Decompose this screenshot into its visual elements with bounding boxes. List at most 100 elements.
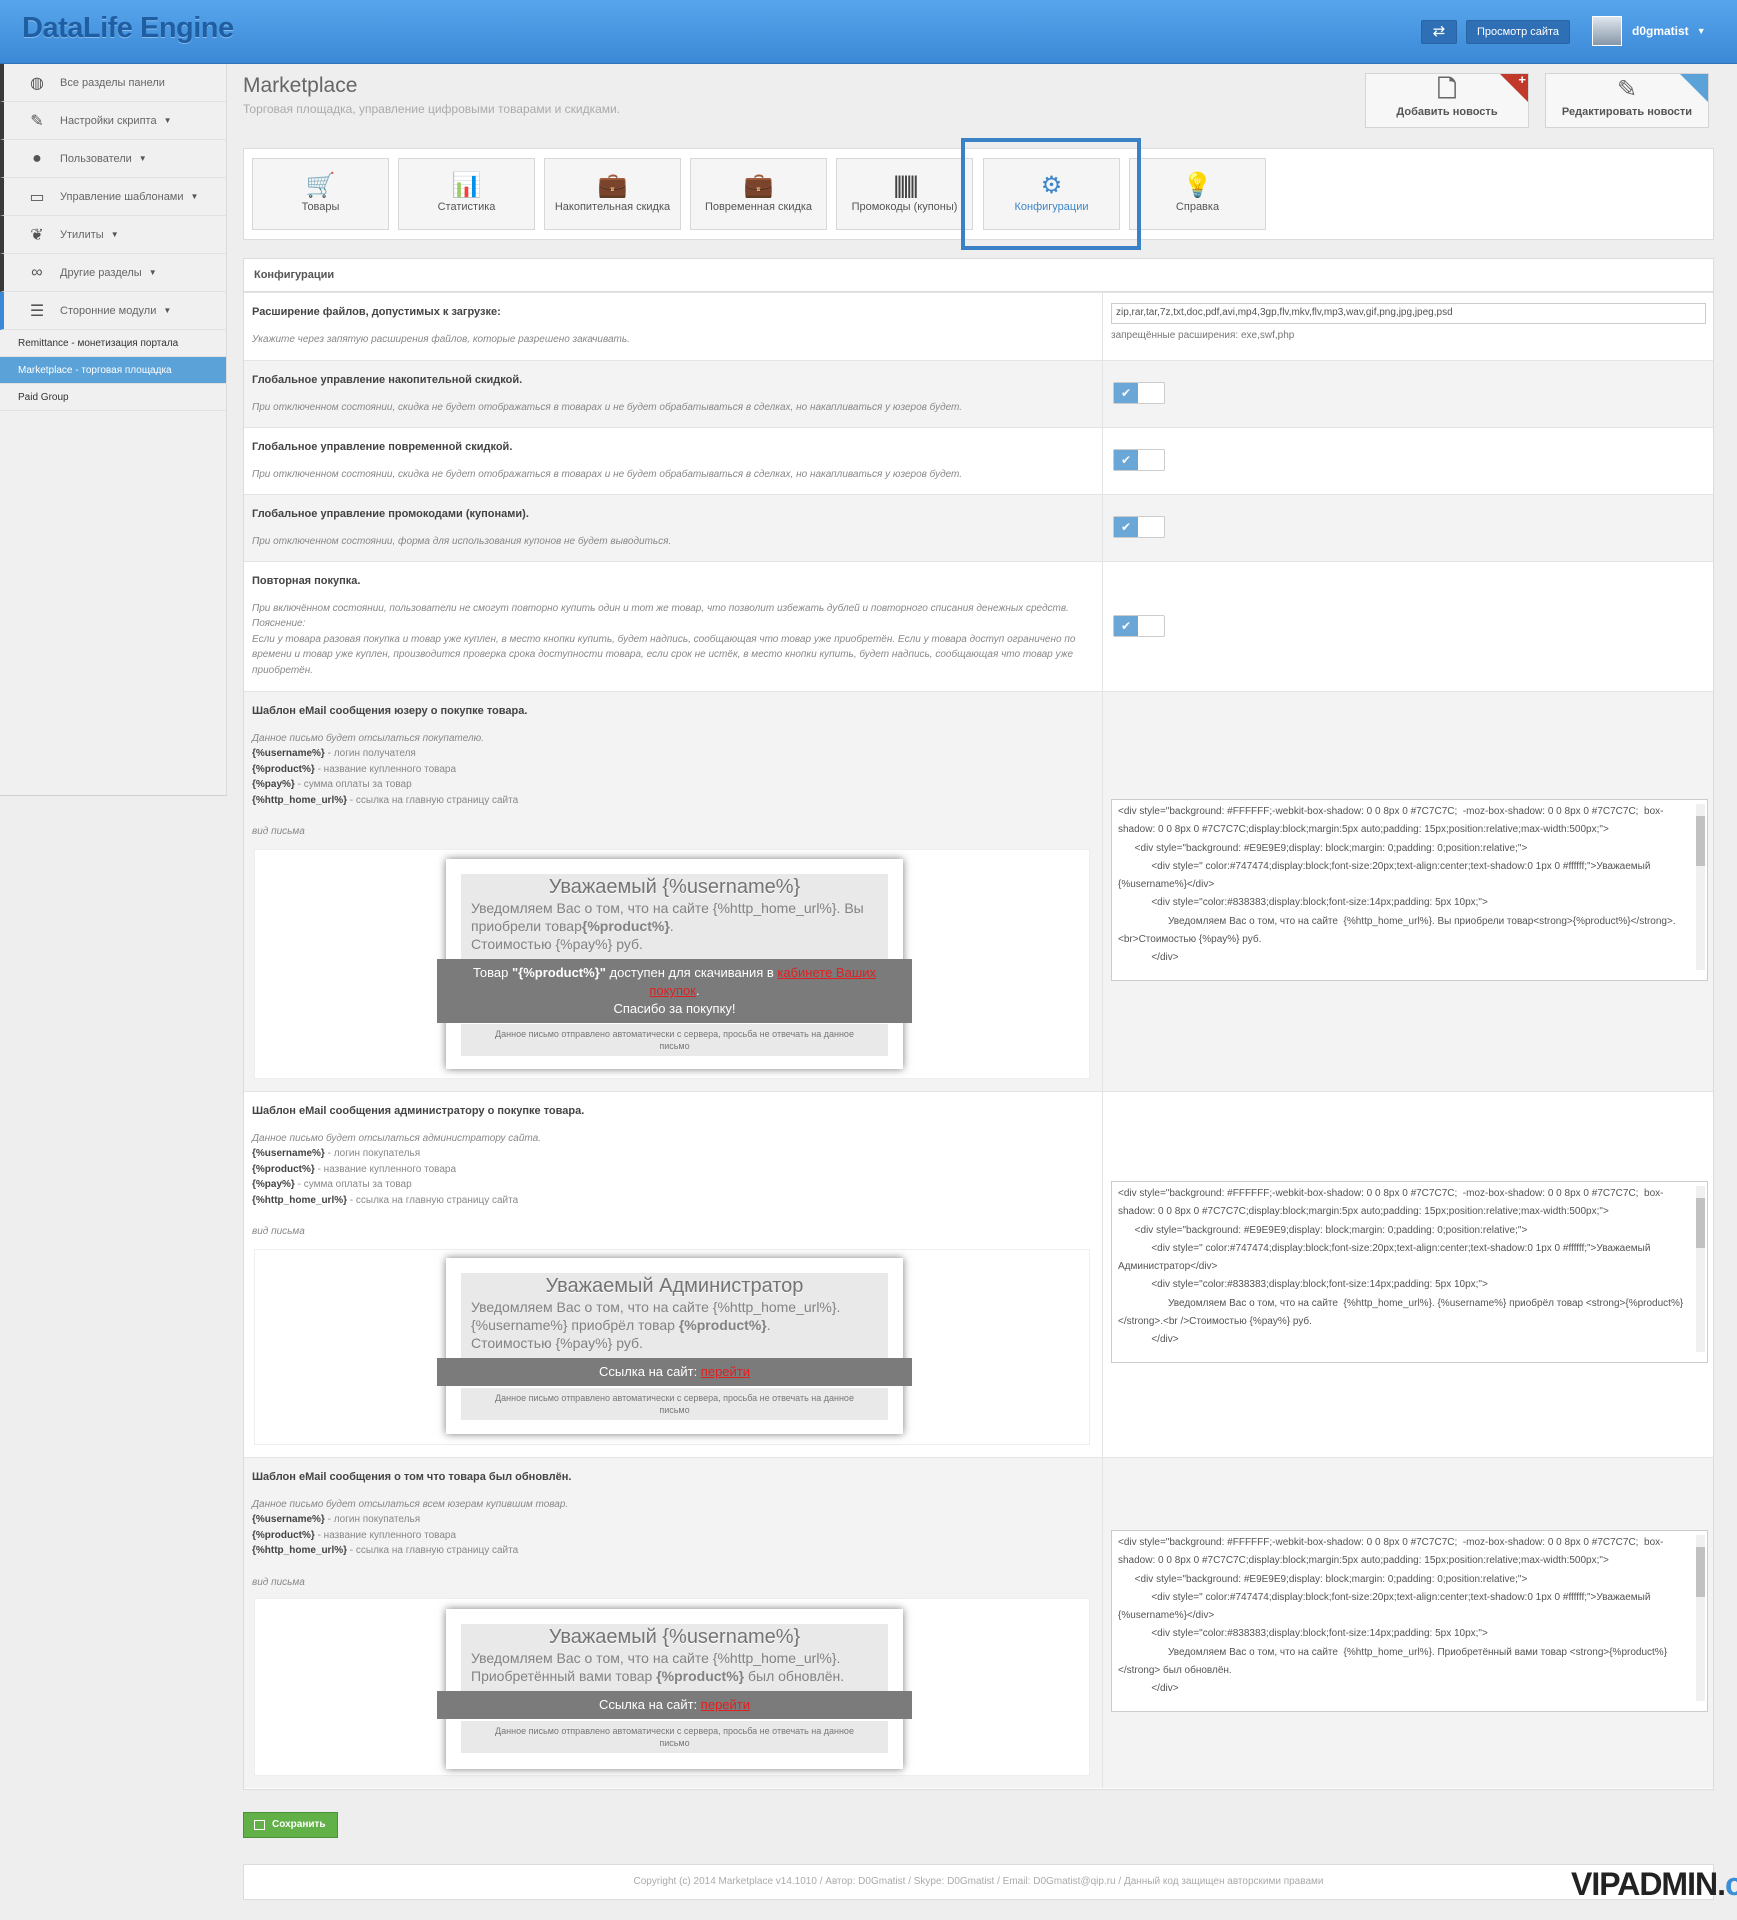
setting-desc: При включённом состоянии, пользователи н… [252,602,1069,614]
scrollbar-thumb[interactable] [1696,816,1705,866]
sidebar-item-label: Управление шаблонами [60,190,184,203]
setting-title: Глобальное управление накопительной скид… [252,374,523,386]
setting-text: Шаблон eMail сообщения администратору о … [252,1104,1102,1240]
setting-control: <div style="background: #FFFFFF;-webkit-… [1102,1092,1713,1457]
chevron-down-icon: ▼ [163,116,172,125]
mail-card: Уважаемый Администратор Уведомляем Вас о… [437,1258,912,1434]
view-site-button[interactable]: Просмотр сайта [1466,20,1570,44]
sidebar-subitem-remittance[interactable]: Remittance - монетизация портала [0,330,226,357]
tab-accum-discount[interactable]: 💼 Накопительная скидка [544,158,681,230]
save-button[interactable]: Сохранить [243,1812,338,1838]
sidebar-item-users[interactable]: ● Пользователи ▼ [0,140,226,178]
highlight-frame [961,138,1141,250]
sidebar-item-templates[interactable]: ▭ Управление шаблонами ▼ [0,178,226,216]
setting-extensions: Расширение файлов, допустимых к загрузке… [244,292,1713,360]
mail-preview: Уважаемый {%username%} Уведомляем Вас о … [254,849,1090,1079]
band-thanks: Спасибо за покупку! [613,1001,736,1016]
add-news-button[interactable]: + 🗋 Добавить новость [1365,72,1529,128]
mail-card: Уважаемый {%username%} Уведомляем Вас о … [437,859,912,1069]
mail-header: Уважаемый {%username%} Уведомляем Вас о … [461,1624,888,1695]
chevron-down-icon: ▼ [1696,26,1706,36]
template-user-textarea[interactable]: <div style="background: #FFFFFF;-webkit-… [1111,799,1708,981]
sidebar-subitem-paid-group[interactable]: Paid Group [0,384,226,411]
tab-help[interactable]: 💡 Справка [1129,158,1266,230]
tab-label: Промокоды (купоны) [851,201,958,213]
band-text: Товар [472,965,512,980]
template-update-textarea[interactable]: <div style="background: #FFFFFF;-webkit-… [1111,1530,1708,1712]
accum-toggle[interactable]: ✔ [1113,382,1165,404]
var-desc: - логин покупателья [324,1148,421,1159]
band-product: "{%product%}" [511,965,606,980]
sidebar-item-modules[interactable]: ☰ Сторонние модули ▼ [0,292,226,330]
template-code: <div style="background: #FFFFFF;-webkit-… [1118,1188,1684,1346]
site-link[interactable]: перейти [701,1697,750,1712]
scrollbar-thumb[interactable] [1696,1198,1705,1248]
var-desc: - сумма оплаты за товар [294,779,412,790]
repeat-toggle[interactable]: ✔ [1113,615,1165,637]
mail-header: Уважаемый Администратор Уведомляем Вас о… [461,1273,888,1362]
sidebar-item-utils[interactable]: ❦ Утилиты ▼ [0,216,226,254]
var-name: {%username%} [252,1148,325,1159]
check-icon: ✔ [1114,450,1138,470]
mail-body: Уведомляем Вас о том, что на сайте {%htt… [471,900,864,952]
cart-icon: 🛒 [305,172,336,199]
list-icon: ☰ [29,302,45,320]
setting-control: ✔ [1102,361,1713,427]
setting-template-admin: Шаблон eMail сообщения администратору о … [244,1091,1713,1457]
scrollbar[interactable] [1696,1186,1705,1352]
mail-band: Товар "{%product%}" доступен для скачива… [437,959,912,1023]
setting-template-update: Шаблон eMail сообщения о том что товара … [244,1457,1713,1788]
mail-price: Стоимостью {%pay%} руб. [471,936,643,952]
scrollbar-thumb[interactable] [1696,1547,1705,1597]
band-text: Ссылка на сайт: [598,1697,701,1712]
watermark: VIPADMIN.club [1571,1866,1737,1903]
setting-title: Повторная покупка. [252,575,361,587]
chevron-down-icon: ▼ [148,268,157,277]
sidebar-subitem-marketplace[interactable]: Marketplace - торговая площадка [0,357,226,384]
mail-user: {%username%} [471,1317,568,1333]
edit-news-button[interactable]: ✎ Редактировать новости [1545,73,1709,128]
setting-title: Глобальное управление повременной скидко… [252,441,513,453]
monitor-icon: ▭ [29,188,45,206]
logo[interactable]: DataLife Engine [22,12,234,45]
mail-body: Уведомляем Вас о том, что на сайте {%htt… [471,1299,841,1351]
var-desc: - сумма оплаты за товар [294,1179,412,1190]
template-admin-textarea[interactable]: <div style="background: #FFFFFF;-webkit-… [1111,1181,1708,1363]
setting-text: Повторная покупка. При включённом состоя… [252,574,1102,678]
scrollbar[interactable] [1696,1535,1705,1701]
extensions-input[interactable]: zip,rar,tar,7z,txt,doc,pdf,avi,mp4,3gp,f… [1111,303,1706,324]
user-menu[interactable]: d0gmatist ▼ [1592,15,1706,47]
sidebar-item-settings[interactable]: ✎ Настройки скрипта ▼ [0,102,226,140]
tab-label: Справка [1175,201,1220,213]
tab-statistics[interactable]: 📊 Статистика [398,158,535,230]
sidebar-item-label: Утилиты [60,228,104,241]
barcode-icon: ||||||| [893,172,919,199]
tab-products[interactable]: 🛒 Товары [252,158,389,230]
setting-repeat: Повторная покупка. При включённом состоя… [244,561,1713,691]
tab-timed-discount[interactable]: 💼 Повременная скидка [690,158,827,230]
mail-product: {%product%} [581,918,670,934]
setting-desc: При отключенном состоянии, форма для исп… [252,535,672,547]
sidebar-item-all[interactable]: ◍ Все разделы панели [0,64,226,102]
site-link[interactable]: перейти [701,1364,750,1379]
user-icon: ● [32,149,42,167]
scrollbar[interactable] [1696,804,1705,970]
setting-desc2: Если у товара разовая покупка и товар уж… [252,633,1076,676]
page-subtitle: Торговая площадка, управление цифровыми … [243,102,621,116]
promo-toggle[interactable]: ✔ [1113,516,1165,538]
band-text: . [695,983,700,998]
setting-title: Шаблон eMail сообщения администратору о … [252,1105,585,1117]
page-header: Marketplace Торговая площадка, управлени… [227,64,1737,131]
tab-promocodes[interactable]: ||||||| Промокоды (купоны) [836,158,973,230]
var-name: {%pay%} [252,1179,295,1190]
timed-toggle[interactable]: ✔ [1113,449,1165,471]
mail-body: Уведомляем Вас о том, что на сайте {%htt… [471,1649,878,1685]
var-name: {%product%} [252,1163,315,1175]
chevron-down-icon: ▼ [138,154,147,163]
swap-button[interactable]: ⇄ [1421,20,1457,44]
check-icon: ✔ [1114,517,1138,537]
sidebar-item-other[interactable]: ∞ Другие разделы ▼ [0,254,226,292]
preview-label: вид письма [252,826,305,837]
mail-card: Уважаемый {%username%} Уведомляем Вас о … [437,1609,912,1769]
var-desc: - ссылка на главную страницу сайта [347,1194,519,1206]
